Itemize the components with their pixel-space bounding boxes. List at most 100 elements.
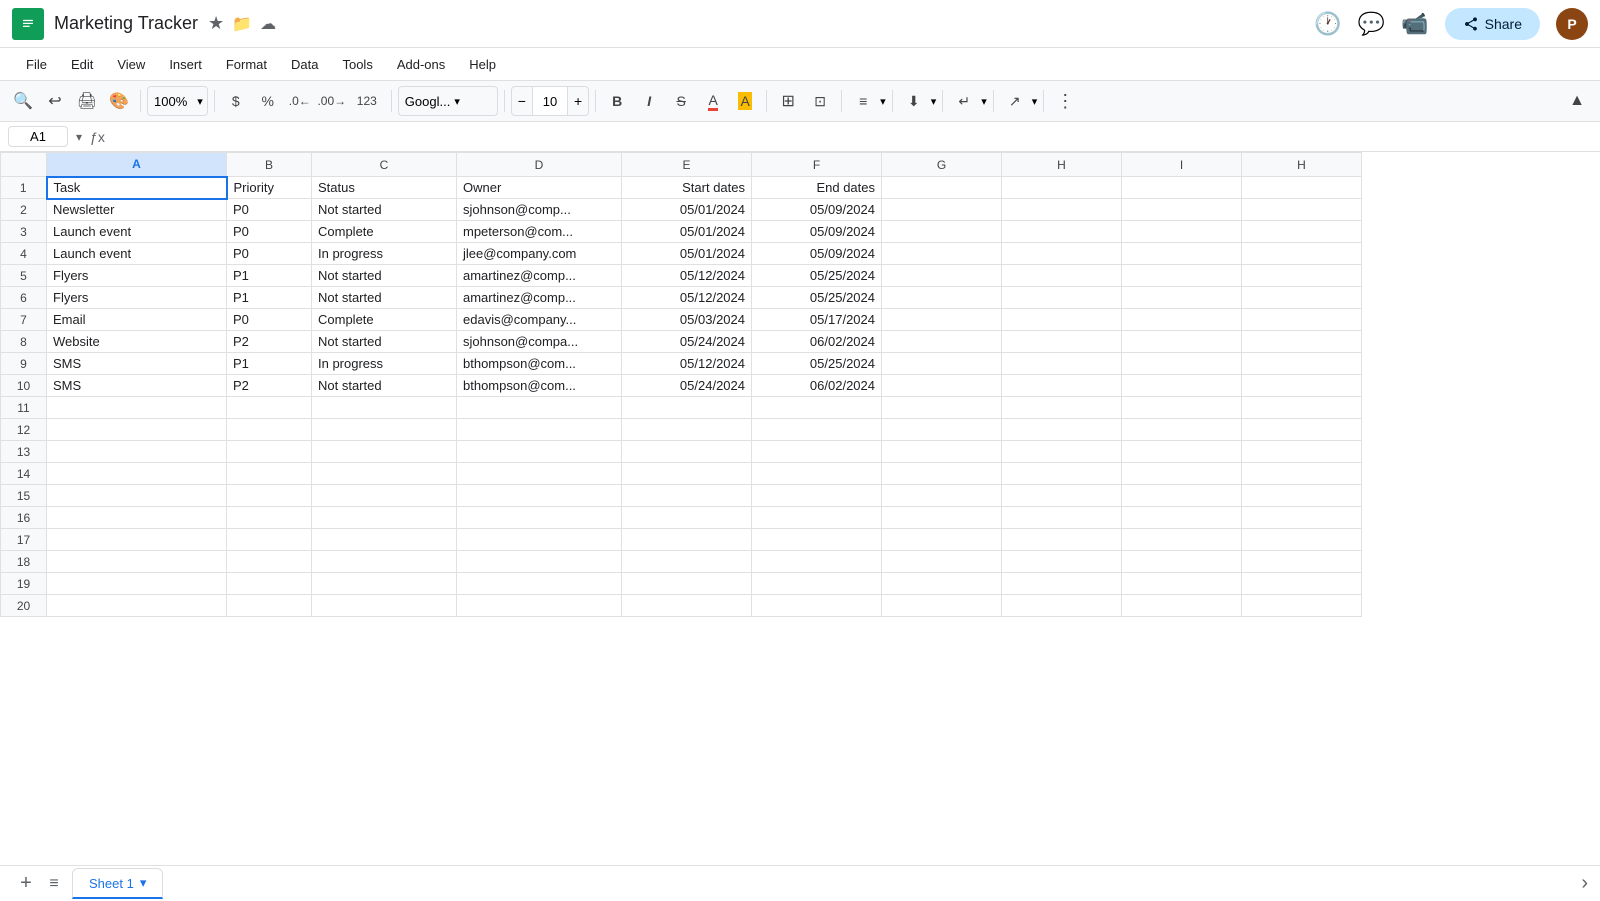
- cell[interactable]: bthompson@com...: [457, 375, 622, 397]
- cell[interactable]: [227, 419, 312, 441]
- wrap-dropdown-icon[interactable]: ▾: [981, 95, 987, 108]
- cell[interactable]: [622, 419, 752, 441]
- cell[interactable]: SMS: [47, 353, 227, 375]
- cell[interactable]: Website: [47, 331, 227, 353]
- cell[interactable]: P1: [227, 353, 312, 375]
- row-header[interactable]: 12: [1, 419, 47, 441]
- cell[interactable]: [1002, 419, 1122, 441]
- row-header[interactable]: 11: [1, 397, 47, 419]
- font-size-input[interactable]: [532, 87, 568, 115]
- share-button[interactable]: Share: [1445, 8, 1540, 40]
- cell[interactable]: [312, 595, 457, 617]
- collapse-sheets-btn[interactable]: ›: [1581, 872, 1588, 895]
- cell[interactable]: 05/24/2024: [622, 331, 752, 353]
- cell[interactable]: Complete: [312, 221, 457, 243]
- cell-ref-dropdown[interactable]: ▾: [76, 130, 82, 144]
- cell[interactable]: SMS: [47, 375, 227, 397]
- cell[interactable]: [882, 375, 1002, 397]
- cell[interactable]: [882, 309, 1002, 331]
- cell[interactable]: [457, 485, 622, 507]
- cell[interactable]: [752, 551, 882, 573]
- cell[interactable]: [312, 419, 457, 441]
- formula-input[interactable]: [113, 129, 1592, 144]
- cell[interactable]: [1002, 331, 1122, 353]
- cell[interactable]: [1242, 441, 1362, 463]
- menu-help[interactable]: Help: [459, 53, 506, 76]
- cell[interactable]: [1242, 397, 1362, 419]
- cell[interactable]: 05/12/2024: [622, 287, 752, 309]
- cell[interactable]: [1122, 331, 1242, 353]
- cell[interactable]: End dates: [752, 177, 882, 199]
- cell[interactable]: [227, 397, 312, 419]
- cell[interactable]: P2: [227, 331, 312, 353]
- cell[interactable]: [227, 441, 312, 463]
- cell[interactable]: [882, 551, 1002, 573]
- row-header[interactable]: 13: [1, 441, 47, 463]
- cell[interactable]: [1122, 243, 1242, 265]
- print-btn[interactable]: 🖨: [72, 86, 102, 116]
- cell[interactable]: [622, 595, 752, 617]
- row-header[interactable]: 7: [1, 309, 47, 331]
- row-header[interactable]: 14: [1, 463, 47, 485]
- cell[interactable]: [1242, 485, 1362, 507]
- cell[interactable]: Not started: [312, 199, 457, 221]
- cell[interactable]: 05/17/2024: [752, 309, 882, 331]
- decrease-decimal-btn[interactable]: .0←: [285, 86, 315, 116]
- menu-view[interactable]: View: [107, 53, 155, 76]
- cell[interactable]: [1242, 199, 1362, 221]
- cell[interactable]: [1242, 265, 1362, 287]
- cell[interactable]: Launch event: [47, 221, 227, 243]
- valign-dropdown-icon[interactable]: ▾: [931, 95, 937, 108]
- borders-btn[interactable]: ⊞: [773, 86, 803, 116]
- increase-font-btn[interactable]: +: [568, 93, 588, 109]
- row-header[interactable]: 1: [1, 177, 47, 199]
- wrap-text-btn[interactable]: ↵: [949, 86, 979, 116]
- cell[interactable]: [1242, 353, 1362, 375]
- cell[interactable]: [752, 397, 882, 419]
- cell[interactable]: [622, 463, 752, 485]
- row-header[interactable]: 10: [1, 375, 47, 397]
- add-sheet-button[interactable]: +: [12, 870, 40, 898]
- cell[interactable]: [1122, 353, 1242, 375]
- cell[interactable]: [1002, 441, 1122, 463]
- paint-format-btn[interactable]: 🎨: [104, 86, 134, 116]
- cell[interactable]: [312, 397, 457, 419]
- cell[interactable]: [47, 595, 227, 617]
- cell[interactable]: [457, 595, 622, 617]
- cell[interactable]: [1122, 529, 1242, 551]
- cell[interactable]: [1002, 221, 1122, 243]
- cell[interactable]: [752, 441, 882, 463]
- cell[interactable]: [752, 573, 882, 595]
- cell[interactable]: [752, 529, 882, 551]
- cell[interactable]: [1002, 309, 1122, 331]
- cell[interactable]: sjohnson@comp...: [457, 199, 622, 221]
- comment-icon[interactable]: 💬: [1358, 11, 1385, 37]
- cell[interactable]: [457, 397, 622, 419]
- cell[interactable]: [1002, 463, 1122, 485]
- cell[interactable]: sjohnson@compa...: [457, 331, 622, 353]
- cell[interactable]: [1002, 177, 1122, 199]
- cell[interactable]: [1002, 287, 1122, 309]
- cell[interactable]: [882, 397, 1002, 419]
- cell[interactable]: [882, 595, 1002, 617]
- cell[interactable]: Email: [47, 309, 227, 331]
- align-dropdown-icon[interactable]: ▾: [880, 95, 886, 108]
- cell[interactable]: 05/01/2024: [622, 221, 752, 243]
- cell[interactable]: [882, 441, 1002, 463]
- cell[interactable]: [882, 529, 1002, 551]
- cell[interactable]: [1002, 353, 1122, 375]
- percent-btn[interactable]: %: [253, 86, 283, 116]
- rotate-btn[interactable]: ↗: [1000, 86, 1030, 116]
- cell[interactable]: [1242, 529, 1362, 551]
- cell[interactable]: [47, 573, 227, 595]
- col-header-h[interactable]: H: [1002, 153, 1122, 177]
- cell[interactable]: [882, 265, 1002, 287]
- sheet-tab-1[interactable]: Sheet 1 ▾: [72, 868, 163, 899]
- row-header[interactable]: 20: [1, 595, 47, 617]
- cell[interactable]: 05/25/2024: [752, 287, 882, 309]
- cell[interactable]: [622, 485, 752, 507]
- cell[interactable]: [1242, 177, 1362, 199]
- cell[interactable]: Flyers: [47, 287, 227, 309]
- cell[interactable]: [1002, 595, 1122, 617]
- cell[interactable]: [227, 529, 312, 551]
